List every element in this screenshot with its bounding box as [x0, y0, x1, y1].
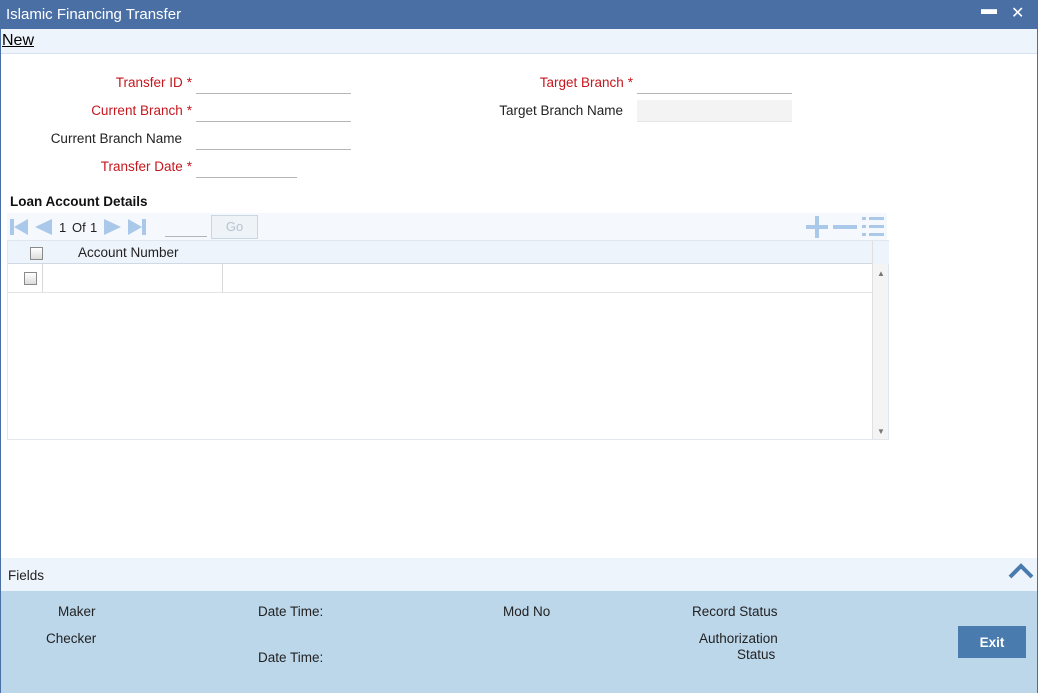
- required-marker: *: [186, 103, 192, 118]
- target-branch-input[interactable]: [637, 72, 792, 94]
- grid-toolbar: 1 Of 1 Go: [7, 213, 887, 240]
- previous-page-icon[interactable]: [33, 217, 53, 237]
- page-of-label: Of: [72, 220, 86, 235]
- account-number-cell[interactable]: [48, 271, 218, 289]
- close-icon[interactable]: ✕: [1011, 3, 1024, 23]
- required-marker: *: [627, 75, 633, 90]
- scroll-down-icon[interactable]: ▼: [877, 427, 885, 436]
- collapse-up-icon[interactable]: [1008, 561, 1034, 581]
- checker-label: Checker: [46, 631, 97, 646]
- transfer-id-label-text: Transfer ID: [115, 75, 183, 90]
- row-checkbox[interactable]: [24, 272, 37, 285]
- delete-row-icon[interactable]: [832, 216, 858, 238]
- title-bar: Islamic Financing Transfer ▬ ✕: [1, 1, 1037, 29]
- record-status-label: Record Status: [692, 604, 778, 619]
- required-marker: *: [186, 75, 192, 90]
- exit-button[interactable]: Exit: [958, 626, 1026, 658]
- transfer-id-input[interactable]: [196, 72, 351, 94]
- total-pages: 1: [90, 220, 98, 235]
- new-menu-item[interactable]: New: [2, 32, 34, 50]
- target-branch-label-text: Target Branch: [539, 75, 624, 90]
- grid-vertical-scrollbar[interactable]: ▲ ▼: [872, 241, 889, 439]
- required-marker: *: [186, 159, 192, 174]
- scroll-up-icon[interactable]: ▲: [877, 269, 885, 278]
- audit-panel: Maker Checker Date Time: Date Time: Mod …: [1, 591, 1037, 693]
- maker-label: Maker: [58, 604, 96, 619]
- mod-no-label: Mod No: [503, 604, 551, 619]
- column-divider: [222, 264, 223, 292]
- fields-label[interactable]: Fields: [8, 568, 44, 583]
- current-branch-label: Current Branch *: [91, 103, 192, 118]
- target-branch-name-label: Target Branch Name: [499, 103, 623, 118]
- authorization-status-label-line1: Authorization: [699, 631, 778, 646]
- transfer-date-label: Transfer Date *: [101, 159, 192, 174]
- scrollbar-header-block: [873, 241, 889, 264]
- loan-accounts-grid: Account Number ▲ ▼: [7, 240, 889, 440]
- transfer-date-label-text: Transfer Date: [100, 159, 183, 174]
- fields-bar: Fields: [1, 558, 1037, 591]
- current-branch-name-label: Current Branch Name: [50, 131, 182, 146]
- window-title: Islamic Financing Transfer: [6, 6, 182, 23]
- account-number-column-header: Account Number: [78, 245, 179, 260]
- current-page: 1: [59, 220, 67, 235]
- maker-date-time-label: Date Time:: [258, 604, 324, 619]
- page-number-input[interactable]: [165, 217, 207, 237]
- current-branch-label-text: Current Branch: [91, 103, 183, 118]
- select-all-checkbox[interactable]: [30, 247, 43, 260]
- target-branch-label: Target Branch *: [540, 75, 633, 90]
- last-page-icon[interactable]: [127, 217, 147, 237]
- current-branch-input[interactable]: [196, 100, 351, 122]
- transfer-date-input[interactable]: [196, 156, 297, 178]
- menu-bar: New: [1, 29, 1037, 54]
- transfer-id-label: Transfer ID *: [116, 75, 192, 90]
- add-row-icon[interactable]: [804, 216, 830, 238]
- table-row: [8, 264, 872, 293]
- first-page-icon[interactable]: [9, 217, 29, 237]
- authorization-status-label-line2: Status: [737, 647, 776, 662]
- minimize-icon[interactable]: ▬: [981, 1, 997, 19]
- single-view-icon[interactable]: [860, 216, 886, 238]
- loan-account-details-title: Loan Account Details: [10, 194, 148, 209]
- checker-date-time-label: Date Time:: [258, 650, 324, 665]
- grid-header: Account Number: [8, 241, 872, 264]
- main-window: Islamic Financing Transfer ▬ ✕ New Trans…: [0, 0, 1038, 693]
- target-branch-name-input[interactable]: [637, 100, 792, 122]
- go-button[interactable]: Go: [211, 215, 258, 239]
- current-branch-name-input[interactable]: [196, 128, 351, 150]
- column-divider: [42, 264, 43, 292]
- next-page-icon[interactable]: [103, 217, 123, 237]
